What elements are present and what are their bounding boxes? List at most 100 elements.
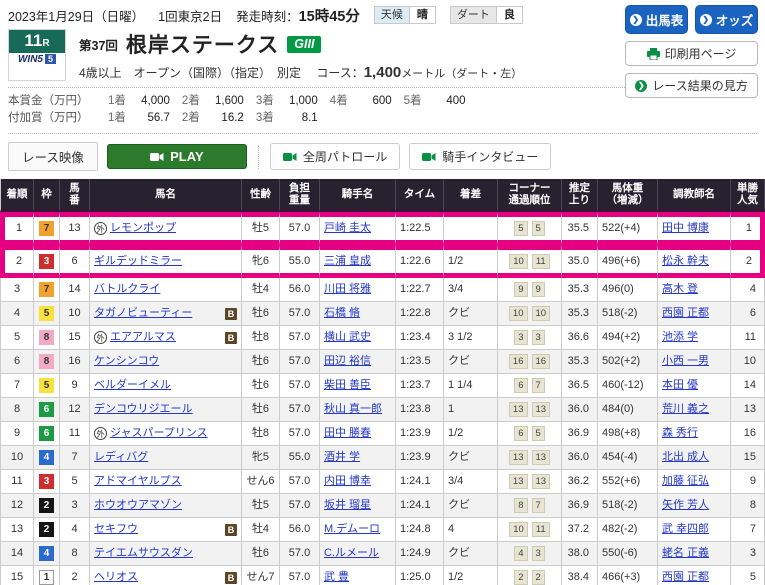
horse-link[interactable]: レモンポップ bbox=[110, 221, 176, 236]
jockey-link[interactable]: 坂井 瑠星 bbox=[324, 499, 371, 511]
prize-value: 400 bbox=[422, 93, 466, 110]
trainer-link[interactable]: 田中 博康 bbox=[662, 222, 709, 234]
cell-jockey: 酒井 学 bbox=[320, 446, 396, 470]
entry-table-button[interactable]: 出馬表 bbox=[625, 5, 688, 34]
trainer-link[interactable]: 小西 一男 bbox=[662, 355, 709, 367]
horse-link[interactable]: ジャスパープリンス bbox=[110, 426, 208, 441]
trainer-link[interactable]: 松永 幹夫 bbox=[662, 255, 709, 267]
trainer-link[interactable]: 森 秀行 bbox=[662, 427, 698, 439]
corner3-chip: 6 bbox=[514, 378, 527, 393]
cell-load-weight: 55.0 bbox=[280, 245, 320, 278]
trainer-link[interactable]: 本田 優 bbox=[662, 379, 698, 391]
cell-frame: 3 bbox=[34, 470, 60, 494]
cell-trainer: 田中 博康 bbox=[658, 212, 731, 245]
cell-frame: 7 bbox=[34, 212, 60, 245]
patrol-video-button[interactable]: 全周パトロール bbox=[270, 143, 400, 170]
cell-load-weight: 57.0 bbox=[280, 494, 320, 518]
column-header: 枠 bbox=[34, 179, 60, 212]
cell-trainer: 荒川 義之 bbox=[658, 398, 731, 422]
race-title: 根岸ステークス bbox=[126, 29, 279, 59]
trainer-link[interactable]: 西園 正都 bbox=[662, 307, 709, 319]
cell-load-weight: 57.0 bbox=[280, 350, 320, 374]
cell-last3f: 36.9 bbox=[562, 494, 598, 518]
frame-number-badge: 2 bbox=[39, 522, 54, 537]
trainer-link[interactable]: 矢作 芳人 bbox=[662, 499, 709, 511]
jockey-link[interactable]: 石橋 脩 bbox=[324, 307, 360, 319]
jockey-link[interactable]: 三浦 皇成 bbox=[324, 255, 371, 267]
cell-body-weight: 496(0) bbox=[598, 278, 658, 302]
corner4-chip: 10 bbox=[532, 306, 551, 321]
horse-link[interactable]: ホウオウアマゾン bbox=[94, 498, 182, 513]
track-value: 良 bbox=[497, 7, 522, 23]
horse-link[interactable]: バトルクライ bbox=[94, 282, 160, 297]
cell-corner-positions: 33 bbox=[498, 326, 562, 350]
jockey-link[interactable]: 川田 将雅 bbox=[324, 283, 371, 295]
cell-corner-positions: 99 bbox=[498, 278, 562, 302]
jockey-interview-button[interactable]: 騎手インタビュー bbox=[409, 143, 551, 170]
horse-link[interactable]: セキフウ bbox=[94, 522, 138, 537]
cell-last3f: 36.6 bbox=[562, 326, 598, 350]
prize-value: 56.7 bbox=[126, 110, 170, 127]
cell-load-weight: 57.0 bbox=[280, 542, 320, 566]
horse-link[interactable]: ベルダーイメル bbox=[94, 378, 171, 393]
jockey-link[interactable]: 秋山 真一郎 bbox=[324, 403, 382, 415]
cell-finish-position: 14 bbox=[0, 542, 34, 566]
cell-horse-name: レディバグ bbox=[90, 446, 242, 470]
jockey-link[interactable]: 戸崎 圭太 bbox=[324, 222, 371, 234]
cell-sex-age: 牡5 bbox=[242, 494, 280, 518]
print-button[interactable]: 印刷用ページ bbox=[625, 41, 758, 66]
cell-horse-number: 16 bbox=[60, 350, 90, 374]
cell-margin: クビ bbox=[444, 542, 498, 566]
cell-load-weight: 57.0 bbox=[280, 422, 320, 446]
prize-rank: 2着 bbox=[182, 112, 200, 124]
horse-link[interactable]: エアアルマス bbox=[110, 330, 176, 345]
prize-money-block: 本賞金（万円）1着4,0002着1,6003着1,0004着6005着400 付… bbox=[8, 93, 757, 127]
horse-link[interactable]: ギルデッドミラー bbox=[94, 254, 182, 269]
cell-favorite-rank: 16 bbox=[731, 422, 765, 446]
jockey-link[interactable]: 内田 博幸 bbox=[324, 475, 371, 487]
prize-rank: 1着 bbox=[108, 95, 126, 107]
jockey-link[interactable]: 酒井 学 bbox=[324, 451, 360, 463]
cell-margin: クビ bbox=[444, 350, 498, 374]
horse-link[interactable]: テイエムサウスダン bbox=[94, 546, 193, 561]
horse-link[interactable]: ヘリオス bbox=[94, 570, 138, 585]
cell-time: 1:23.9 bbox=[396, 422, 444, 446]
weather-badge: 天候 晴 bbox=[374, 6, 436, 24]
jockey-link[interactable]: 武 豊 bbox=[324, 571, 349, 583]
horse-link[interactable]: ケンシンコウ bbox=[94, 354, 159, 369]
jockey-link[interactable]: C.ルメール bbox=[324, 547, 379, 559]
prize-rank: 1着 bbox=[108, 112, 126, 124]
cell-horse-number: 15 bbox=[60, 326, 90, 350]
trainer-link[interactable]: 北出 成人 bbox=[662, 451, 709, 463]
cell-frame: 5 bbox=[34, 374, 60, 398]
horse-link[interactable]: レディバグ bbox=[94, 450, 148, 465]
jockey-link[interactable]: 柴田 善臣 bbox=[324, 379, 371, 391]
cell-horse-name: ケンシンコウ bbox=[90, 350, 242, 374]
cell-jockey: 三浦 皇成 bbox=[320, 245, 396, 278]
jockey-link[interactable]: 横山 武史 bbox=[324, 331, 371, 343]
jockey-link[interactable]: 田中 勝春 bbox=[324, 427, 371, 439]
trainer-link[interactable]: 西園 正都 bbox=[662, 571, 709, 583]
trainer-link[interactable]: 高木 登 bbox=[662, 283, 698, 295]
cell-horse-number: 9 bbox=[60, 374, 90, 398]
trainer-link[interactable]: 蛯名 正義 bbox=[662, 547, 709, 559]
cell-trainer: 本田 優 bbox=[658, 374, 731, 398]
cell-horse-name: 外ジャスパープリンス bbox=[90, 422, 242, 446]
jockey-link[interactable]: 田辺 裕信 bbox=[324, 355, 371, 367]
horse-link[interactable]: タガノビューティー bbox=[94, 306, 192, 321]
trainer-link[interactable]: 荒川 義之 bbox=[662, 403, 709, 415]
odds-button[interactable]: オッズ bbox=[695, 5, 758, 34]
cell-jockey: C.ルメール bbox=[320, 542, 396, 566]
trainer-link[interactable]: 加藤 征弘 bbox=[662, 475, 709, 487]
jockey-link[interactable]: M.デムーロ bbox=[324, 523, 380, 535]
frame-number-badge: 5 bbox=[39, 306, 54, 321]
trainer-link[interactable]: 武 幸四郎 bbox=[662, 523, 709, 535]
play-button[interactable]: PLAY bbox=[107, 144, 247, 169]
horse-link[interactable]: デンコウリジエール bbox=[94, 402, 193, 417]
cell-body-weight: 522(+4) bbox=[598, 212, 658, 245]
horse-link[interactable]: アドマイヤルプス bbox=[94, 474, 182, 489]
corner4-chip: 13 bbox=[532, 474, 551, 489]
results-guide-button[interactable]: レース結果の見方 bbox=[625, 73, 758, 98]
cell-frame: 3 bbox=[34, 245, 60, 278]
trainer-link[interactable]: 池添 学 bbox=[662, 331, 698, 343]
